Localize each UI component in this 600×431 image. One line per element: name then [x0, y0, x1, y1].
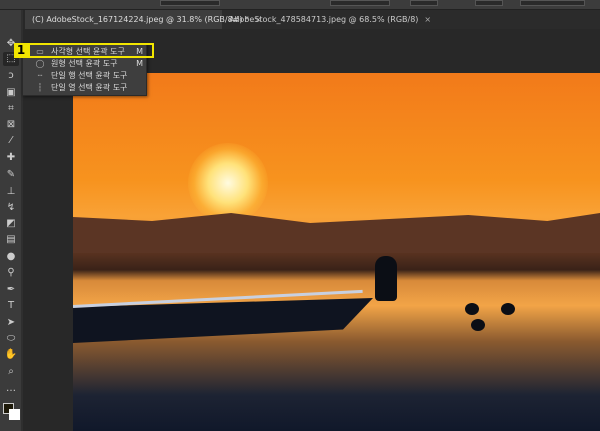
sun [188, 143, 268, 223]
path-select-tool[interactable]: ➤ [3, 316, 19, 330]
single-row-icon: ┄ [37, 71, 43, 80]
shape-tool[interactable]: ⬭ [3, 332, 19, 346]
seated-person [375, 256, 397, 301]
document-tabs: (C) AdobeStock_167124224.jpeg @ 31.8% (R… [25, 10, 600, 29]
image-canvas[interactable] [73, 73, 600, 431]
blur-icon: ● [6, 251, 16, 262]
crop-icon: ⌗ [8, 103, 14, 114]
healing-tool[interactable]: ✚ [3, 151, 19, 165]
object-select-tool[interactable]: ▣ [3, 86, 19, 100]
type-icon: T [7, 300, 15, 311]
lasso-icon: ↄ [8, 70, 14, 81]
tab-document-1[interactable]: (C) AdobeStock_167124224.jpeg @ 31.8% (R… [25, 10, 262, 29]
gradient-icon: ▤ [6, 234, 16, 245]
brush-icon: ✎ [6, 169, 16, 180]
item-label: 단일 열 선택 윤곽 도구 [51, 83, 128, 92]
eyedropper-icon: ⁄ [10, 135, 12, 146]
height-field[interactable] [475, 0, 503, 6]
dodge-icon: ⚲ [7, 267, 15, 278]
hand-icon: ✋ [4, 349, 18, 360]
swimmer [465, 303, 479, 315]
more-tool[interactable]: … [3, 382, 19, 396]
hand-tool[interactable]: ✋ [3, 348, 19, 362]
options-field[interactable] [160, 0, 220, 6]
path-select-icon: ➤ [6, 317, 16, 328]
crop-tool[interactable]: ⌗ [3, 102, 19, 116]
toolbar: ✥ ⬚ ↄ ▣ ⌗ ⊠ ⁄ ✚ ✎ ⊥ ↯ ◩ ▤ ● ⚲ ✒ T ➤ ⬭ ✋ ⌕… [0, 10, 23, 431]
shortcut: M [136, 59, 143, 68]
eyedropper-tool[interactable]: ⁄ [3, 134, 19, 148]
background-color-swatch[interactable] [9, 409, 20, 420]
single-row-marquee-tool[interactable]: ┄ 단일 행 선택 윤곽 도구 [23, 70, 147, 82]
stamp-tool[interactable]: ⊥ [3, 185, 19, 199]
frame-tool[interactable]: ⊠ [3, 118, 19, 132]
ellipse-marquee-icon: ◯ [35, 59, 45, 68]
history-brush-icon: ↯ [6, 202, 16, 213]
highlight-box [28, 43, 154, 58]
zoom-icon: ⌕ [8, 366, 14, 377]
object-select-icon: ▣ [6, 87, 16, 98]
tab-label: (C) AdobeStock_167124224.jpeg @ 31.8% (R… [32, 15, 250, 24]
pen-tool[interactable]: ✒ [3, 283, 19, 297]
brush-tool[interactable]: ✎ [3, 168, 19, 182]
single-column-icon: ┆ [37, 83, 43, 92]
healing-icon: ✚ [6, 152, 16, 163]
blur-tool[interactable]: ● [3, 250, 19, 264]
style-select[interactable] [330, 0, 390, 6]
swimmer [501, 303, 515, 315]
item-label: 원형 선택 윤곽 도구 [51, 59, 118, 68]
gradient-tool[interactable]: ▤ [3, 233, 19, 247]
eraser-tool[interactable]: ◩ [3, 217, 19, 231]
zoom-tool[interactable]: ⌕ [3, 365, 19, 379]
hills [73, 213, 600, 253]
frame-icon: ⊠ [6, 119, 16, 130]
shape-icon: ⬭ [6, 333, 16, 344]
more-icon: … [6, 383, 16, 394]
single-column-marquee-tool[interactable]: ┆ 단일 열 선택 윤곽 도구 [23, 82, 147, 94]
select-and-mask-button[interactable] [520, 0, 585, 6]
history-brush-tool[interactable]: ↯ [3, 201, 19, 215]
swimmer [471, 319, 485, 331]
eraser-icon: ◩ [6, 218, 16, 229]
close-icon[interactable]: × [424, 15, 431, 24]
elliptical-marquee-tool[interactable]: ◯ 원형 선택 윤곽 도구 M [23, 58, 147, 70]
pen-icon: ✒ [6, 284, 16, 295]
stamp-icon: ⊥ [6, 186, 16, 197]
lasso-tool[interactable]: ↄ [3, 69, 19, 83]
options-bar [0, 0, 600, 10]
item-label: 단일 행 선택 윤곽 도구 [51, 71, 128, 80]
tab-label: AdobeStock_478584713.jpeg @ 68.5% (RGB/8… [229, 15, 419, 24]
type-tool[interactable]: T [3, 299, 19, 313]
dodge-tool[interactable]: ⚲ [3, 266, 19, 280]
width-field[interactable] [410, 0, 438, 6]
step-badge: 1 [14, 43, 28, 58]
tab-document-2[interactable]: AdobeStock_478584713.jpeg @ 68.5% (RGB/8… [222, 10, 431, 29]
